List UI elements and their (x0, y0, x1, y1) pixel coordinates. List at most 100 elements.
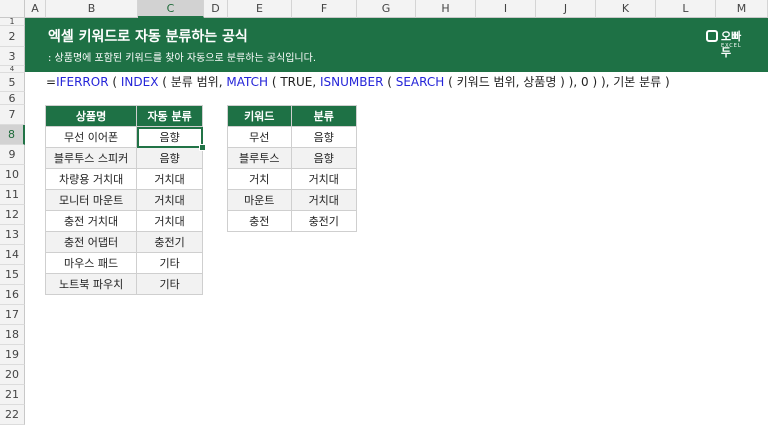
column-header-j[interactable]: J (536, 0, 596, 18)
product-cell[interactable]: 충전 거치대 (44, 210, 138, 232)
row-header-15[interactable]: 15 (0, 265, 25, 285)
row-header-6[interactable]: 6 (0, 92, 25, 105)
row-header-9[interactable]: 9 (0, 145, 25, 165)
row-header-13[interactable]: 13 (0, 225, 25, 245)
row-header-21[interactable]: 21 (0, 385, 25, 405)
category-cell[interactable]: 기타 (136, 252, 203, 274)
table-row: 충전 충전기 (227, 210, 358, 232)
table-row: 노트북 파우치 기타 (44, 273, 203, 295)
category-cell[interactable]: 충전기 (136, 231, 203, 253)
product-cell[interactable]: 충전 어댑터 (44, 231, 138, 253)
row-header-3[interactable]: 3 (0, 47, 25, 66)
formula-fn-index: INDEX (120, 75, 159, 89)
row-header-14[interactable]: 14 (0, 245, 25, 265)
formula-fn-iferror: IFERROR (56, 75, 109, 89)
header-category[interactable]: 분류 (290, 105, 358, 127)
category-cell[interactable]: 기타 (136, 273, 203, 295)
row-header-8[interactable]: 8 (0, 125, 25, 145)
keyword-cell[interactable]: 거치 (227, 168, 292, 190)
row-header-5[interactable]: 5 (0, 73, 25, 92)
formula-fn-match: MATCH (226, 75, 269, 89)
row-header-2[interactable]: 2 (0, 26, 25, 47)
column-header-l[interactable]: L (656, 0, 716, 18)
row-header-17[interactable]: 17 (0, 305, 25, 325)
table-row: 마운트 거치대 (227, 189, 358, 211)
keyword-cell[interactable]: 마운트 (227, 189, 292, 211)
table-row: 블루투스 음향 (227, 147, 358, 169)
table-row: 차량용 거치대 거치대 (44, 168, 203, 190)
row-header-7[interactable]: 7 (0, 105, 25, 125)
product-cell[interactable]: 노트북 파우치 (44, 273, 138, 295)
column-header-d[interactable]: D (204, 0, 228, 18)
row-header-16[interactable]: 16 (0, 285, 25, 305)
row-header-22[interactable]: 22 (0, 405, 25, 425)
category-cell[interactable]: 음향 (290, 147, 358, 169)
logo-icon (706, 30, 718, 42)
select-all-corner[interactable] (0, 0, 25, 18)
sheet-subtitle: : 상품명에 포함된 키워드를 찾아 자동으로 분류하는 공식입니다. (48, 53, 316, 64)
fill-handle[interactable] (199, 144, 206, 151)
row-header-11[interactable]: 11 (0, 185, 25, 205)
formula-part-4: ( (383, 75, 396, 89)
formula-fn-isnumber: ISNUMBER (320, 75, 384, 89)
formula-equals: = (46, 75, 57, 89)
formula-part-3: ( TRUE, (268, 75, 320, 89)
category-cell[interactable]: 거치대 (136, 168, 203, 190)
table-row: 거치 거치대 (227, 168, 358, 190)
category-cell[interactable]: 음향 (290, 126, 358, 148)
category-cell[interactable]: 거치대 (136, 210, 203, 232)
category-cell[interactable]: 거치대 (290, 189, 358, 211)
column-header-c[interactable]: C (138, 0, 204, 18)
category-cell-text: 음향 (159, 131, 180, 144)
row-header-19[interactable]: 19 (0, 345, 25, 365)
row-header-10[interactable]: 10 (0, 165, 25, 185)
product-table: 상품명 자동 분류 무선 이어폰 음향 블루투스 스피커 음향 차량용 거치대 … (44, 105, 206, 295)
row-header-1[interactable]: 1 (0, 18, 25, 26)
logo-subtext: EXCEL (721, 43, 742, 49)
formula-text[interactable]: =IFERROR ( INDEX ( 분류 범위, MATCH ( TRUE, … (46, 73, 670, 90)
header-keyword[interactable]: 키워드 (227, 105, 292, 127)
product-cell[interactable]: 무선 이어폰 (44, 126, 138, 148)
product-cell[interactable]: 모니터 마운트 (44, 189, 138, 211)
row-header-20[interactable]: 20 (0, 365, 25, 385)
keyword-cell[interactable]: 충전 (227, 210, 292, 232)
table-row: 충전 거치대 거치대 (44, 210, 203, 232)
column-header-k[interactable]: K (596, 0, 656, 18)
column-header-e[interactable]: E (228, 0, 292, 18)
sheet-title: 엑셀 키워드로 자동 분류하는 공식 (48, 29, 248, 45)
table-row: 무선 이어폰 음향 (44, 126, 206, 151)
table-row: 무선 음향 (227, 126, 358, 148)
keyword-table: 키워드 분류 무선 음향 블루투스 음향 거치 거치대 마운트 거치대 충전 충… (227, 105, 358, 232)
category-cell[interactable]: 충전기 (290, 210, 358, 232)
column-header-a[interactable]: A (25, 0, 46, 18)
table-row: 충전 어댑터 충전기 (44, 231, 203, 253)
header-auto-category[interactable]: 자동 분류 (136, 105, 203, 127)
brand-logo: 오빠두 EXCEL (706, 28, 746, 59)
row-header-4[interactable]: 4 (0, 66, 25, 73)
product-cell[interactable]: 마우스 패드 (44, 252, 138, 274)
column-header-f[interactable]: F (292, 0, 357, 18)
column-header-h[interactable]: H (416, 0, 476, 18)
keyword-cell[interactable]: 무선 (227, 126, 292, 148)
formula-fn-search: SEARCH (395, 75, 445, 89)
keyword-cell[interactable]: 블루투스 (227, 147, 292, 169)
category-cell-selected[interactable]: 음향 (136, 126, 206, 151)
column-header-b[interactable]: B (46, 0, 138, 18)
category-cell[interactable]: 거치대 (290, 168, 358, 190)
keyword-table-header: 키워드 분류 (227, 105, 358, 127)
column-header-m[interactable]: M (716, 0, 768, 18)
row-header-12[interactable]: 12 (0, 205, 25, 225)
formula-part-1: ( (108, 75, 121, 89)
category-cell[interactable]: 거치대 (136, 189, 203, 211)
header-product-name[interactable]: 상품명 (44, 105, 138, 127)
formula-part-2: ( 분류 범위, (158, 75, 227, 89)
column-header-i[interactable]: I (476, 0, 536, 18)
row-header-18[interactable]: 18 (0, 325, 25, 345)
product-cell[interactable]: 블루투스 스피커 (44, 147, 138, 169)
table-row: 블루투스 스피커 음향 (44, 147, 203, 169)
category-cell[interactable]: 음향 (136, 147, 203, 169)
product-cell[interactable]: 차량용 거치대 (44, 168, 138, 190)
formula-part-5: ( 키워드 범위, 상품명 ) ), 0 ) ), 기본 분류 ) (444, 75, 670, 89)
table-row: 마우스 패드 기타 (44, 252, 203, 274)
column-header-g[interactable]: G (357, 0, 416, 18)
